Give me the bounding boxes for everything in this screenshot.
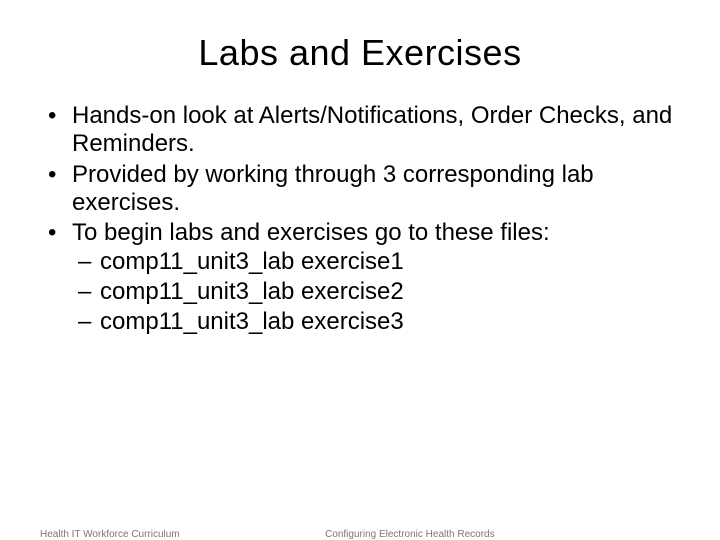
bullet-text: Provided by working through 3 correspond… [72,161,594,216]
bullet-item: Hands-on look at Alerts/Notifications, O… [72,102,680,159]
sub-bullet-text: comp11_unit3_lab exercise1 [100,248,404,275]
sub-bullet-item: comp11_unit3_lab exercise1 [100,248,680,276]
footer-left-line1: Health IT Workforce Curriculum [40,528,180,540]
sub-bullet-text: comp11_unit3_lab exercise3 [100,308,404,335]
bullet-text: To begin labs and exercises go to these … [72,219,550,246]
footer-center: Configuring Electronic Health Records Im… [180,528,640,540]
bullet-text: Hands-on look at Alerts/Notifications, O… [72,102,672,157]
bullet-list: Hands-on look at Alerts/Notifications, O… [40,102,680,337]
footer-center-line1: Configuring Electronic Health Records [180,528,640,540]
slide: Labs and Exercises Hands-on look at Aler… [0,32,720,540]
bullet-item: To begin labs and exercises go to these … [72,219,680,336]
sub-bullet-item: comp11_unit3_lab exercise3 [100,308,680,336]
footer-left: Health IT Workforce Curriculum Version 3… [40,528,180,540]
slide-body: Hands-on look at Alerts/Notifications, O… [0,102,720,337]
sub-bullet-list: comp11_unit3_lab exercise1 comp11_unit3_… [72,248,680,337]
slide-footer: Health IT Workforce Curriculum Version 3… [0,528,720,540]
sub-bullet-item: comp11_unit3_lab exercise2 [100,278,680,306]
bullet-item: Provided by working through 3 correspond… [72,161,680,218]
slide-title: Labs and Exercises [0,32,720,74]
sub-bullet-text: comp11_unit3_lab exercise2 [100,278,404,305]
